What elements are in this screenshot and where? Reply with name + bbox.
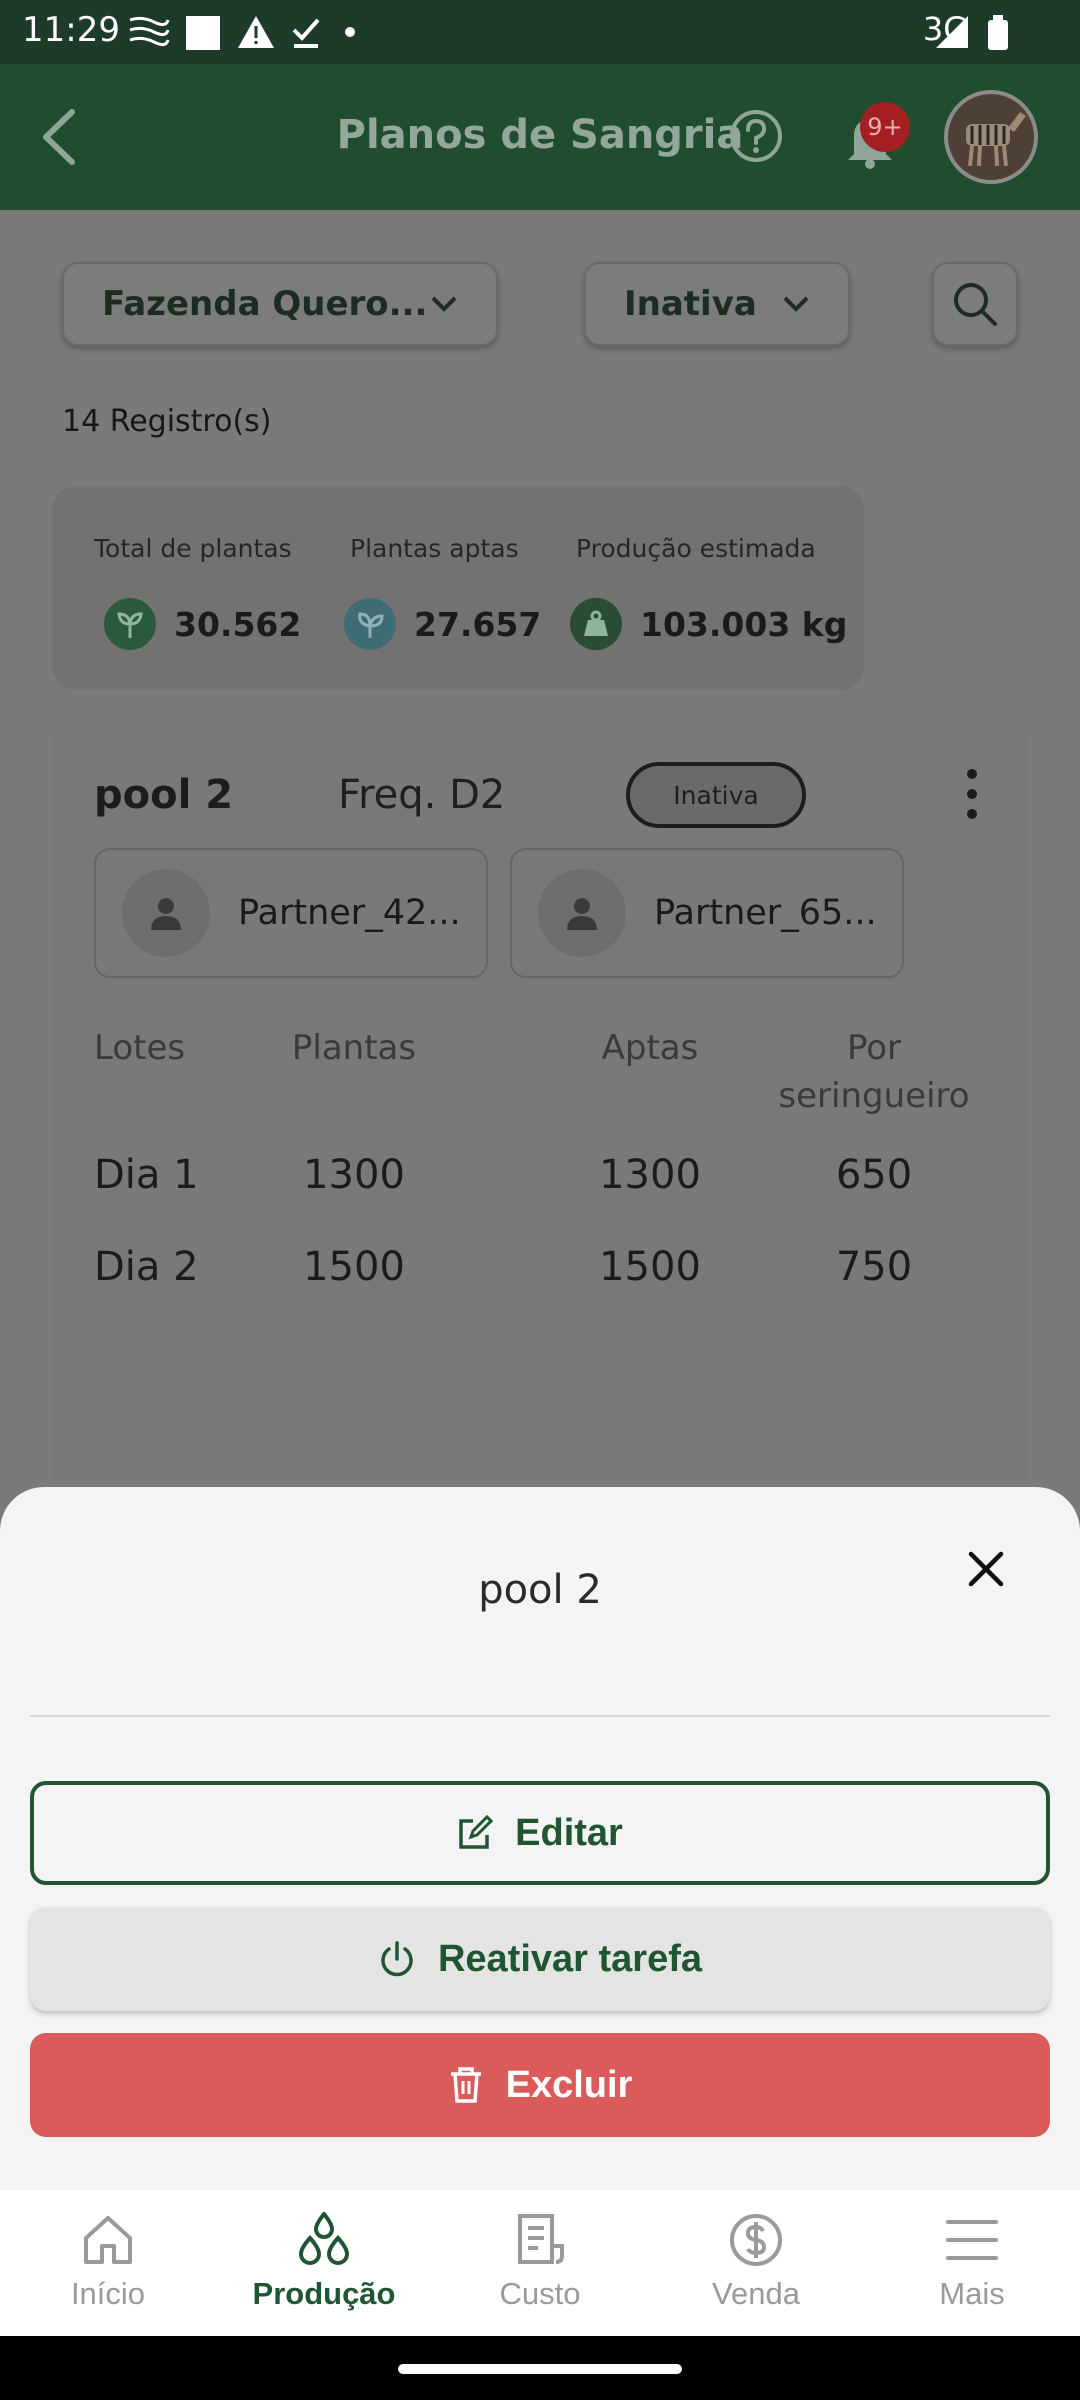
table-header-por-seringueiro: Por seringueiro: [778, 1028, 970, 1116]
table-header-lotes: Lotes: [94, 1028, 186, 1068]
nav-label: Custo: [499, 2276, 581, 2311]
reactivate-button[interactable]: Reativar tarefa: [30, 1907, 1050, 2011]
receipt-icon: [518, 2214, 564, 2264]
actions-bottom-sheet: pool 2 Editar Reativar tarefa Excluir: [0, 1487, 1080, 2190]
home-gesture-handle[interactable]: [398, 2364, 682, 2374]
page-title: Planos de Sangria: [336, 112, 744, 158]
trash-icon: [450, 2067, 481, 2103]
power-icon: [381, 1941, 413, 1977]
status-filter-label: Inativa: [624, 284, 757, 324]
edit-label: Editar: [515, 1811, 623, 1854]
nav-item-custo[interactable]: Custo: [432, 2190, 648, 2336]
gesture-bar: [0, 2336, 1080, 2400]
menu-icon: [946, 2220, 998, 2260]
table-cell: 1300: [303, 1152, 405, 1198]
table-cell: 650: [835, 1152, 913, 1198]
table-header-plantas: Plantas: [291, 1028, 417, 1068]
table-cell: Dia 1: [94, 1152, 199, 1198]
table-cell: Dia 2: [94, 1244, 199, 1290]
dollar-icon: [730, 2214, 782, 2266]
nav-label: Mais: [939, 2276, 1005, 2311]
plan-name: pool 2: [94, 772, 234, 818]
production-value: 103.003 kg: [640, 604, 848, 644]
zebra-avatar-icon: [966, 112, 1026, 167]
table-cell: 750: [835, 1244, 913, 1290]
status-bar: 11:29 3G: [0, 0, 1080, 64]
edit-button[interactable]: Editar: [30, 1781, 1050, 1885]
help-icon[interactable]: [728, 108, 784, 164]
partner-name: Partner_42...: [238, 893, 461, 933]
table-header-aptas: Aptas: [601, 1028, 699, 1068]
nav-label: Venda: [712, 2276, 800, 2311]
table-cell: 1300: [599, 1152, 701, 1198]
nav-label: Início: [70, 2276, 146, 2311]
drops-icon: [298, 2212, 350, 2265]
person-icon: [538, 869, 626, 957]
avatar[interactable]: [944, 90, 1038, 184]
reactivate-label: Reativar tarefa: [437, 1937, 703, 1980]
status-time: 11:29: [22, 10, 120, 50]
chevron-down-icon: [783, 296, 809, 312]
nav-item-venda[interactable]: Venda: [648, 2190, 864, 2336]
delete-label: Excluir: [505, 2063, 633, 2106]
sheet-title: pool 2: [478, 1567, 602, 1613]
delete-button[interactable]: Excluir: [30, 2033, 1050, 2137]
chevron-down-icon: [431, 296, 457, 312]
search-button[interactable]: [932, 262, 1018, 346]
total-plants-label: Total de plantas: [94, 534, 292, 563]
leaf-icon: [344, 598, 396, 650]
nav-item-mais[interactable]: Mais: [864, 2190, 1080, 2336]
farm-filter-dropdown[interactable]: Fazenda Quero...: [62, 262, 498, 346]
table-cell: 1500: [303, 1244, 405, 1290]
total-plants-value: 30.562: [174, 604, 302, 644]
status-notification-icons: [129, 16, 355, 50]
partner-chip[interactable]: Partner_42...: [94, 848, 488, 978]
fit-plants-label: Plantas aptas: [350, 534, 519, 563]
divider: [30, 1715, 1050, 1717]
status-filter-dropdown[interactable]: Inativa: [584, 262, 850, 346]
more-vert-icon[interactable]: [964, 766, 980, 822]
status-badge: Inativa: [626, 762, 806, 828]
home-icon: [84, 2216, 132, 2264]
close-icon[interactable]: [966, 1549, 1006, 1589]
nav-item-producao[interactable]: Produção: [216, 2190, 432, 2336]
person-icon: [122, 869, 210, 957]
production-label: Produção estimada: [576, 534, 816, 563]
weight-icon: [570, 598, 622, 650]
table-cell: 1500: [599, 1244, 701, 1290]
app-bar: Planos de Sangria 9+: [0, 64, 1080, 210]
nav-label: Produção: [252, 2276, 396, 2311]
edit-icon: [459, 1815, 494, 1849]
sprout-icon: [104, 598, 156, 650]
nav-item-inicio[interactable]: Início: [0, 2190, 216, 2336]
search-icon: [954, 283, 997, 326]
partner-name: Partner_65...: [654, 893, 877, 933]
summary-panel: Total de plantas Plantas aptas Produção …: [52, 486, 864, 690]
signal-battery-icons: [936, 15, 1008, 50]
farm-filter-label: Fazenda Quero...: [102, 284, 428, 324]
bottom-navigation: Início Produção Custo Venda Mais: [0, 2190, 1080, 2336]
partner-chip[interactable]: Partner_65...: [510, 848, 904, 978]
notification-badge: 9+: [860, 102, 910, 152]
records-count: 14 Registro(s): [62, 404, 272, 439]
plan-frequency: Freq. D2: [338, 772, 506, 818]
fit-plants-value: 27.657: [414, 604, 542, 644]
